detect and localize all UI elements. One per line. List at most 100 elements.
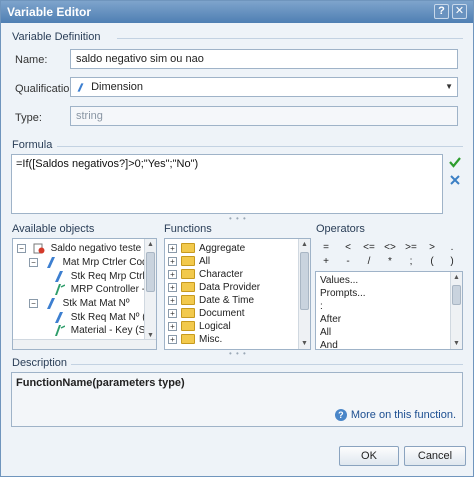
operator-list-item[interactable]: All <box>320 327 331 338</box>
clear-x-icon[interactable] <box>450 175 460 185</box>
scroll-up-icon[interactable]: ▲ <box>145 239 156 250</box>
tree-item[interactable]: Stk Req Mat Nº (Mo <box>53 312 156 325</box>
description-panel: FunctionName(parameters type) ? More on t… <box>11 372 463 427</box>
scroll-thumb[interactable] <box>146 252 155 292</box>
operator-list-item[interactable]: And <box>320 340 338 349</box>
tree-item[interactable]: Stk Req Mrp Ctrler C <box>53 271 156 284</box>
scroll-thumb[interactable] <box>300 252 309 310</box>
operator-button[interactable]: <= <box>360 242 378 256</box>
scroll-up-icon[interactable]: ▲ <box>299 239 310 250</box>
operator-list-item[interactable]: After <box>320 314 341 325</box>
splitter-handle[interactable]: • • • <box>229 349 247 358</box>
folder-icon <box>181 269 195 280</box>
operator-button[interactable]: + <box>317 256 335 270</box>
cancel-button[interactable]: Cancel <box>404 446 466 466</box>
section-divider <box>117 38 463 39</box>
operator-button[interactable]: / <box>360 256 378 270</box>
title-bar: Variable Editor ? ✕ <box>1 1 473 23</box>
function-category[interactable]: + Logical <box>168 321 231 334</box>
operator-button[interactable]: - <box>339 256 357 270</box>
splitter-handle[interactable]: • • • <box>229 214 247 223</box>
ok-button[interactable]: OK <box>339 446 399 466</box>
folder-icon <box>181 295 195 306</box>
tree-item[interactable]: − Mat Mrp Ctrler Cod <box>29 257 148 270</box>
operator-list-item[interactable]: : <box>320 301 323 312</box>
function-category[interactable]: + Data Provider <box>168 282 260 295</box>
name-input[interactable]: saldo negativo sim ou nao <box>70 49 458 69</box>
variable-editor-window: Variable Editor ? ✕ Variable Definition … <box>0 0 474 477</box>
formula-section-title: Formula <box>12 139 53 151</box>
detail-icon <box>55 325 65 336</box>
folder-icon <box>181 308 195 319</box>
function-category[interactable]: + Date & Time <box>168 295 254 308</box>
operator-button[interactable]: <> <box>381 242 399 256</box>
function-category[interactable]: + All <box>168 256 210 269</box>
tree-item[interactable]: MRP Controller - Ke <box>53 284 156 297</box>
expand-icon[interactable]: + <box>168 256 177 266</box>
functions-scrollbar[interactable]: ▲ ▼ <box>298 239 310 349</box>
help-icon[interactable]: ? <box>434 4 449 19</box>
type-field: string <box>70 106 458 126</box>
operator-button[interactable]: . <box>443 242 461 256</box>
operators-scrollbar[interactable]: ▲ ▼ <box>450 272 462 349</box>
function-category[interactable]: + Character <box>168 269 243 282</box>
function-category[interactable]: + Misc. <box>168 334 222 347</box>
scroll-down-icon[interactable]: ▼ <box>451 338 462 349</box>
operator-button[interactable]: = <box>317 242 335 256</box>
document-icon <box>33 243 45 254</box>
operators-list[interactable]: Values... Prompts... : After All And ▲ ▼ <box>315 271 463 350</box>
operator-button[interactable]: > <box>423 242 441 256</box>
tree-item[interactable]: Material - Key (Stoc <box>53 325 156 338</box>
folder-icon <box>181 321 195 332</box>
objects-scrollbar[interactable]: ▲ ▼ <box>144 239 156 341</box>
expand-icon[interactable]: + <box>168 308 177 318</box>
scroll-up-icon[interactable]: ▲ <box>451 272 462 283</box>
operator-button[interactable]: >= <box>402 242 420 256</box>
folder-icon <box>181 282 195 293</box>
function-category[interactable]: + Aggregate <box>168 243 245 256</box>
objects-hscrollbar[interactable] <box>13 339 156 349</box>
section-divider <box>57 146 463 147</box>
operator-list-item[interactable]: Prompts... <box>320 288 366 299</box>
functions-section-title: Functions <box>164 223 212 235</box>
operator-button[interactable]: < <box>339 242 357 256</box>
functions-list[interactable]: + Aggregate + All + Character + Data Provide… <box>164 238 311 350</box>
objects-section-title: Available objects <box>12 223 95 235</box>
collapse-icon[interactable]: − <box>29 258 38 267</box>
dimension-icon <box>77 82 84 92</box>
tree-item[interactable]: − Stk Mat Mat Nº <box>29 298 130 311</box>
objects-tree[interactable]: − Saldo negativo teste − Mat Mrp Ctrler … <box>12 238 157 350</box>
tree-item[interactable]: − Saldo negativo teste <box>17 243 141 256</box>
close-icon[interactable]: ✕ <box>452 4 467 19</box>
window-title: Variable Editor <box>7 5 92 19</box>
more-info-link[interactable]: ? More on this function. <box>334 409 456 421</box>
section-divider <box>71 364 463 365</box>
operator-button[interactable]: ) <box>443 256 461 270</box>
operator-button[interactable]: * <box>381 256 399 270</box>
formula-text: =If([Saldos negativos?]>0;"Yes";"No") <box>16 158 199 170</box>
folder-icon <box>181 334 195 345</box>
expand-icon[interactable]: + <box>168 334 177 344</box>
expand-icon[interactable]: + <box>168 243 177 253</box>
scroll-thumb[interactable] <box>452 285 461 305</box>
qualification-select[interactable]: Dimension ▼ <box>70 77 458 97</box>
dropdown-arrow-icon[interactable]: ▼ <box>445 82 453 91</box>
operator-button[interactable]: ; <box>402 256 420 270</box>
expand-icon[interactable]: + <box>168 282 177 292</box>
validate-check-icon[interactable] <box>449 156 461 168</box>
expand-icon[interactable]: + <box>168 269 177 279</box>
folder-icon <box>181 256 195 267</box>
collapse-icon[interactable]: − <box>17 244 26 253</box>
detail-icon <box>55 284 65 295</box>
dimension-icon <box>46 298 55 309</box>
operator-list-item[interactable]: Values... <box>320 275 358 286</box>
operator-button[interactable]: ( <box>423 256 441 270</box>
scroll-down-icon[interactable]: ▼ <box>299 338 310 349</box>
function-category[interactable]: + Document <box>168 308 245 321</box>
type-label: Type: <box>15 112 42 124</box>
formula-editor[interactable]: =If([Saldos negativos?]>0;"Yes";"No") <box>11 154 443 214</box>
expand-icon[interactable]: + <box>168 295 177 305</box>
expand-icon[interactable]: + <box>168 321 177 331</box>
name-label: Name: <box>15 54 48 66</box>
collapse-icon[interactable]: − <box>29 299 38 308</box>
